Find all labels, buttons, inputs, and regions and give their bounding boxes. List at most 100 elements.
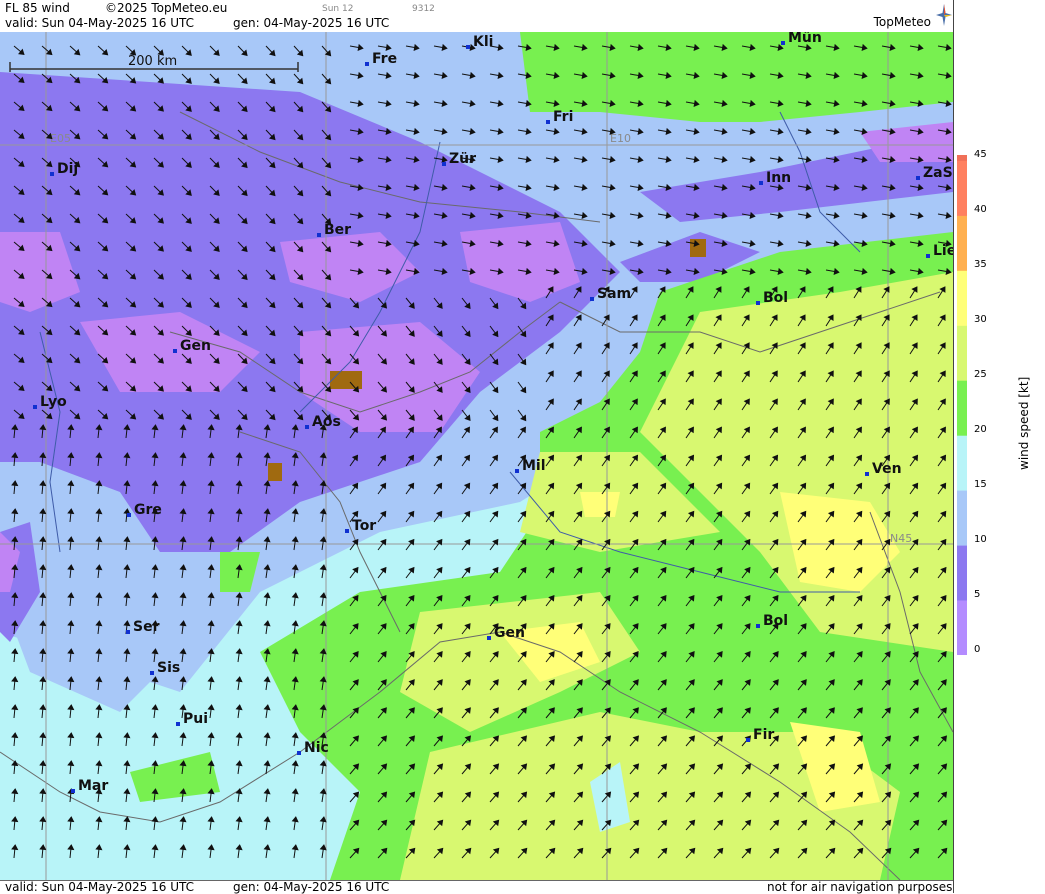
colorbar-segment	[957, 215, 967, 271]
grid-label-e10: E10	[610, 132, 631, 145]
city-marker	[746, 738, 750, 742]
city-marker	[756, 301, 760, 305]
city-marker	[926, 254, 930, 258]
valid-time: valid: Sun 04-May-2025 16 UTC	[5, 16, 194, 30]
city-label: Bol	[763, 613, 788, 629]
city-marker	[71, 789, 75, 793]
city-marker	[345, 529, 349, 533]
city-label: Nic	[304, 740, 329, 756]
city-label: Inn	[766, 170, 791, 186]
colorbar-segment	[957, 600, 967, 655]
city-marker	[546, 120, 550, 124]
city-label: Ber	[324, 222, 351, 238]
colorbar-tick-label: 30	[974, 314, 987, 325]
city-label: Kli	[473, 34, 493, 50]
city-marker	[756, 624, 760, 628]
colorbar-tick-label: 0	[974, 644, 981, 655]
city-label: Sam	[597, 286, 631, 302]
topmeteo-logo: TopMeteo	[873, 15, 931, 29]
city-label: Fre	[372, 51, 397, 67]
map-header: FL 85 wind ©2025 TopMeteo.eu Sun 12 9312…	[0, 0, 953, 33]
city-marker	[297, 751, 301, 755]
scale-label: 200 km	[128, 54, 177, 69]
city-label: Bol	[763, 290, 788, 306]
city-label: Fir	[753, 727, 774, 743]
colorbar-tick-label: 15	[974, 479, 987, 490]
terrain-block	[330, 371, 362, 389]
band-30-35-small	[580, 492, 620, 517]
city-marker	[781, 41, 785, 45]
colorbar-segment	[957, 270, 967, 326]
city-label: Mar	[78, 778, 108, 794]
colorbar-title: wind speed [kt]	[1017, 376, 1031, 470]
colorbar-tick-label: 45	[974, 149, 987, 160]
city-label: Ven	[872, 461, 902, 477]
generated-time: gen: 04-May-2025 16 UTC	[233, 16, 390, 30]
city-marker	[150, 671, 154, 675]
city-label: Dij	[57, 161, 78, 177]
city-marker	[127, 513, 131, 517]
city-marker	[515, 469, 519, 473]
terrain-block	[268, 463, 282, 481]
colorbar-segment	[957, 490, 967, 546]
city-marker	[50, 172, 54, 176]
city-marker	[173, 349, 177, 353]
city-marker	[33, 405, 37, 409]
city-marker	[759, 181, 763, 185]
colorbar-segment	[957, 325, 967, 381]
colorbar-tick-label: 40	[974, 204, 987, 215]
city-label: Tor	[352, 518, 376, 534]
grid-label-n45: N45	[890, 532, 912, 545]
wind-legend: 45 40 35 30 25 20 15 10 5 0	[953, 0, 1045, 893]
footer-valid: valid: Sun 04-May-2025 16 UTC	[5, 880, 194, 894]
city-label: Zür	[449, 151, 476, 167]
colorbar	[957, 155, 967, 655]
footer-generated: gen: 04-May-2025 16 UTC	[233, 880, 390, 894]
colorbar-tick-label: 35	[974, 259, 987, 270]
disclaimer: not for air navigation purposes	[767, 880, 953, 894]
city-marker	[487, 636, 491, 640]
city-label: Gen	[180, 338, 211, 354]
city-label: Lyo	[40, 394, 67, 410]
city-label: Lie	[933, 243, 953, 259]
city-marker	[365, 62, 369, 66]
wind-map[interactable]: E05 E10 N45 200 km Kli Mün Fre Fri Dij Zür Inn…	[0, 32, 953, 880]
city-marker	[305, 425, 309, 429]
city-label: Pui	[183, 711, 208, 727]
map-footer: valid: Sun 04-May-2025 16 UTC gen: 04-Ma…	[0, 880, 953, 894]
city-label: Sis	[157, 660, 180, 676]
city-marker	[590, 297, 594, 301]
city-marker	[865, 472, 869, 476]
city-mün[interactable]: Mün	[781, 32, 822, 46]
run-day: Sun 12	[322, 4, 354, 14]
product-title: FL 85 wind	[5, 1, 70, 15]
city-label: ZaS	[923, 165, 953, 181]
city-label: Fri	[553, 109, 573, 125]
colorbar-segment	[957, 380, 967, 436]
city-marker	[176, 722, 180, 726]
city-marker	[916, 176, 920, 180]
colorbar-tick-label: 25	[974, 369, 987, 380]
colorbar-segment	[957, 155, 967, 161]
colorbar-segment	[957, 435, 967, 491]
colorbar-segment	[957, 160, 967, 216]
city-label: Aos	[312, 414, 341, 430]
grid-label-e05: E05	[50, 132, 71, 145]
colorbar-tick-label: 20	[974, 424, 987, 435]
city-label: Mil	[522, 458, 546, 474]
colorbar-tick-label: 10	[974, 534, 987, 545]
city-label: Gre	[134, 502, 162, 518]
copyright: ©2025 TopMeteo.eu	[105, 1, 228, 15]
run-code: 9312	[412, 4, 435, 14]
city-label: Gen	[494, 625, 525, 641]
colorbar-tick-label: 5	[974, 589, 981, 600]
city-marker	[317, 233, 321, 237]
topmeteo-star-icon	[936, 4, 952, 26]
colorbar-segment	[957, 545, 967, 601]
city-label: Mün	[788, 32, 822, 46]
city-marker	[466, 45, 470, 49]
city-marker	[442, 162, 446, 166]
city-label: Ser	[133, 619, 160, 635]
city-sam[interactable]: Sam	[590, 286, 631, 302]
city-marker	[126, 630, 130, 634]
